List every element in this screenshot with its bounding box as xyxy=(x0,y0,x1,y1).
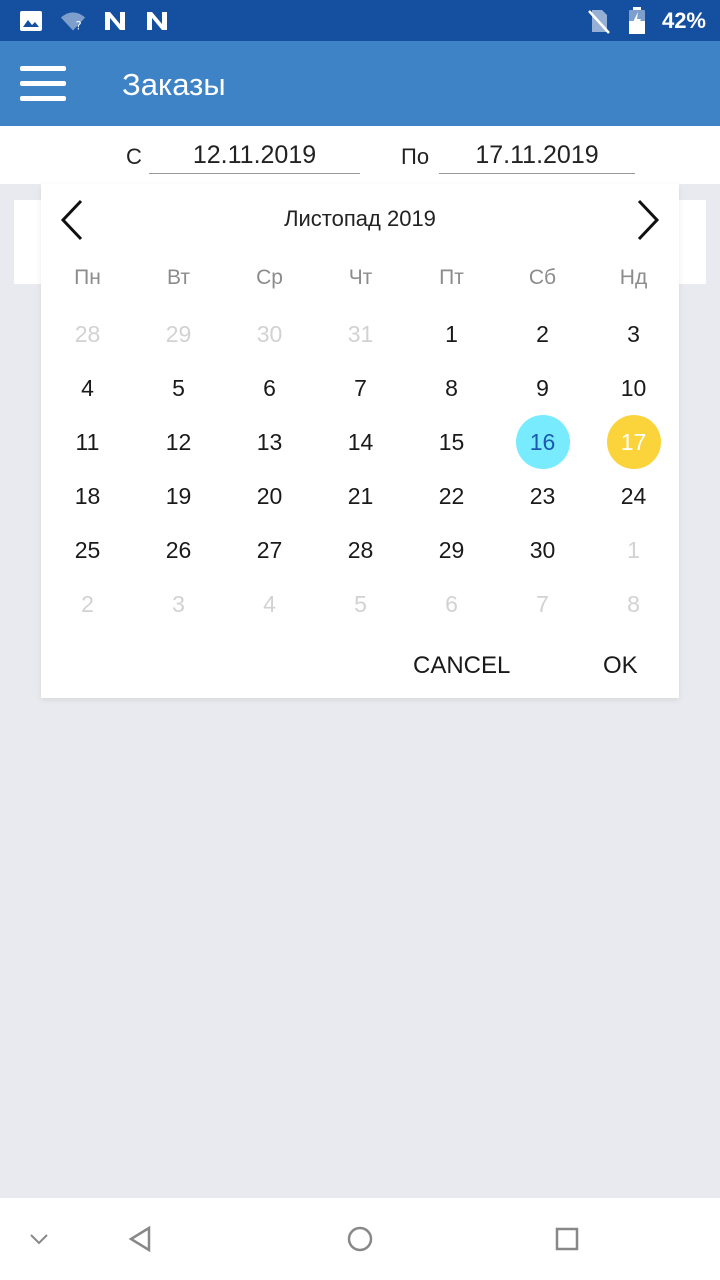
weekday-label: Пт xyxy=(439,266,464,289)
calendar-day[interactable]: 29 xyxy=(152,307,206,361)
to-date-label: По xyxy=(401,144,430,169)
calendar-day[interactable]: 14 xyxy=(334,415,388,469)
calendar-day[interactable]: 19 xyxy=(152,469,206,523)
calendar-day[interactable]: 15 xyxy=(425,415,479,469)
calendar-day[interactable]: 5 xyxy=(152,361,206,415)
from-date-label: С xyxy=(126,144,142,169)
calendar-day[interactable]: 20 xyxy=(243,469,297,523)
n-app-icon xyxy=(144,8,170,34)
calendar-day[interactable]: 30 xyxy=(516,523,570,577)
calendar-day[interactable]: 22 xyxy=(425,469,479,523)
calendar-day[interactable]: 18 xyxy=(61,469,115,523)
page-title: Заказы xyxy=(122,67,226,102)
calendar-day[interactable]: 25 xyxy=(61,523,115,577)
n-app-icon xyxy=(102,8,128,34)
no-sim-icon xyxy=(586,8,612,34)
system-nav-bar xyxy=(0,1198,720,1280)
calendar-day[interactable]: 4 xyxy=(61,361,115,415)
calendar-day[interactable]: 3 xyxy=(152,577,206,631)
calendar-day-today[interactable]: 16 xyxy=(515,415,570,469)
calendar-day[interactable]: 7 xyxy=(334,361,388,415)
calendar-day[interactable]: 9 xyxy=(516,361,570,415)
battery-icon xyxy=(624,7,650,34)
back-triangle-icon[interactable] xyxy=(124,1222,156,1256)
calendar-day[interactable]: 8 xyxy=(607,577,661,631)
calendar-day[interactable]: 7 xyxy=(516,577,570,631)
home-circle-icon[interactable] xyxy=(344,1222,376,1256)
svg-text:?: ? xyxy=(76,20,82,33)
cancel-button[interactable]: CANCEL xyxy=(413,652,510,680)
calendar-day[interactable]: 8 xyxy=(425,361,479,415)
recents-square-icon[interactable] xyxy=(551,1222,583,1256)
calendar-day[interactable]: 2 xyxy=(516,307,570,361)
calendar-day-selected[interactable]: 17 xyxy=(606,415,661,469)
calendar-day[interactable]: 24 xyxy=(607,469,661,523)
calendar-day[interactable]: 26 xyxy=(152,523,206,577)
calendar-day[interactable]: 5 xyxy=(334,577,388,631)
calendar-day[interactable]: 11 xyxy=(61,415,115,469)
calendar-day[interactable]: 3 xyxy=(607,307,661,361)
weekday-label: Ср xyxy=(256,266,283,289)
weekday-label: Сб xyxy=(528,266,557,289)
hamburger-menu-icon[interactable] xyxy=(20,64,66,104)
weekday-label: Чт xyxy=(348,266,373,289)
weekday-label: Нд xyxy=(619,266,648,289)
month-title: Листопад 2019 xyxy=(284,206,436,231)
status-bar: ? 42% xyxy=(0,0,720,41)
battery-percentage: 42% xyxy=(661,8,706,33)
from-date-field[interactable]: 12.11.2019 xyxy=(149,138,360,174)
weekday-header: Пн Вт Ср Чт Пт Сб Нд xyxy=(41,266,679,296)
weekday-label: Пн xyxy=(74,266,101,289)
chevron-right-icon[interactable] xyxy=(631,198,665,242)
calendar-day[interactable]: 2 xyxy=(61,577,115,631)
calendar-day[interactable]: 1 xyxy=(607,523,661,577)
calendar-day[interactable]: 4 xyxy=(243,577,297,631)
calendar-day[interactable]: 28 xyxy=(334,523,388,577)
calendar-day[interactable]: 13 xyxy=(243,415,297,469)
calendar-day[interactable]: 6 xyxy=(425,577,479,631)
calendar-day[interactable]: 31 xyxy=(334,307,388,361)
calendar-day[interactable]: 6 xyxy=(243,361,297,415)
calendar-day[interactable]: 10 xyxy=(607,361,661,415)
to-date-field[interactable]: 17.11.2019 xyxy=(439,138,635,174)
calendar-day[interactable]: 30 xyxy=(243,307,297,361)
calendar-day[interactable]: 1 xyxy=(425,307,479,361)
date-filter-bar: С 12.11.2019 По 17.11.2019 xyxy=(0,126,720,184)
app-bar: Заказы xyxy=(0,41,720,126)
image-icon xyxy=(18,8,44,34)
weekday-label: Вт xyxy=(167,266,190,289)
chevron-down-icon[interactable] xyxy=(26,1222,52,1256)
wifi-question-icon: ? xyxy=(60,8,86,34)
ok-button[interactable]: OK xyxy=(603,652,638,680)
calendar-day[interactable]: 28 xyxy=(61,307,115,361)
date-picker-dialog: Листопад 2019 Пн Вт Ср Чт Пт Сб Нд 28 29 3… xyxy=(41,184,679,698)
calendar-day[interactable]: 12 xyxy=(152,415,206,469)
calendar-day[interactable]: 29 xyxy=(425,523,479,577)
calendar-day[interactable]: 21 xyxy=(334,469,388,523)
calendar-day[interactable]: 27 xyxy=(243,523,297,577)
calendar-day[interactable]: 23 xyxy=(516,469,570,523)
